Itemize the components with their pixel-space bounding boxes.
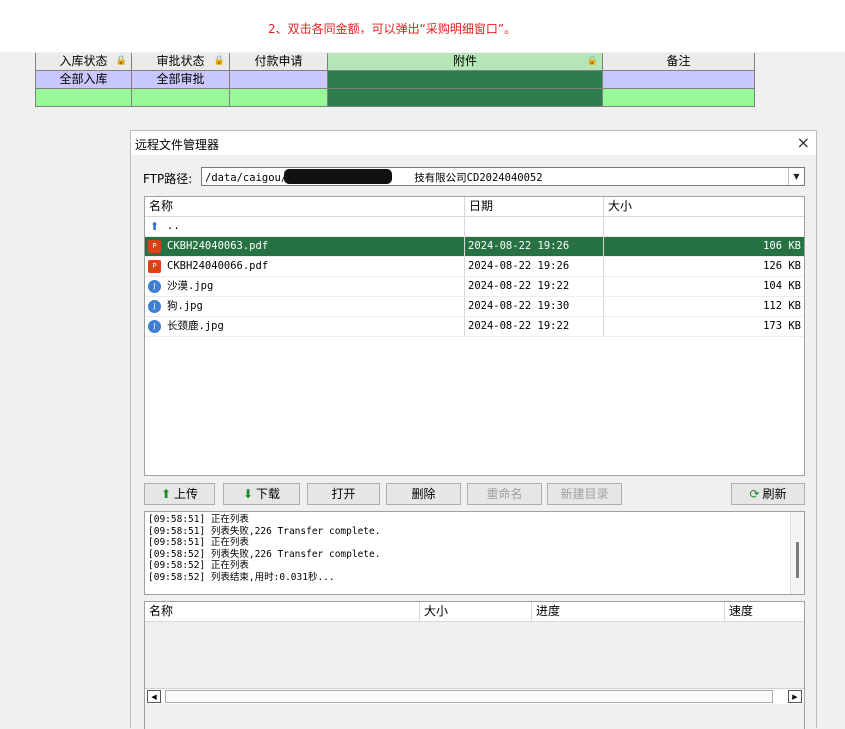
file-name: 狗.jpg [167, 300, 203, 312]
jpg-icon: J [148, 280, 161, 293]
new-folder-button[interactable]: 新建目录 [547, 483, 622, 505]
file-list-header: 名称 日期 大小 [145, 197, 804, 217]
lock-icon: 🔒 [115, 56, 127, 66]
grid-header-row: 入库状态 🔒 审批状态 🔒 付款申请 附件 🔒 备注 [35, 53, 756, 71]
download-icon: ⬇ [242, 487, 254, 501]
file-date: 2024-08-22 19:26 [465, 237, 604, 256]
cell-payment-request[interactable] [230, 89, 328, 107]
file-size [604, 217, 804, 236]
file-row[interactable]: J 长颈鹿.jpg 2024-08-22 19:22 173 KB [145, 317, 804, 337]
open-button[interactable]: 打开 [307, 483, 380, 505]
remote-file-list[interactable]: 名称 日期 大小 ⬆.. P CKBH24040063.pdf 2024-08-2… [144, 196, 805, 476]
cell-attachment[interactable] [328, 89, 603, 107]
scroll-thumb[interactable] [796, 542, 799, 578]
file-name: CKBH24040066.pdf [167, 260, 269, 272]
file-name: CKBH24040063.pdf [167, 240, 269, 252]
file-name: 沙漠.jpg [167, 280, 214, 292]
col-header-payment-request[interactable]: 付款申请 [230, 53, 328, 71]
transfer-list-header: 名称 大小 进度 速度 [145, 602, 804, 622]
log-line: [09:58:51] 列表失败,226 Transfer complete. [148, 525, 381, 537]
dialog-title: 远程文件管理器 [135, 138, 220, 152]
pdf-icon: P [148, 260, 161, 273]
top-band: 2、双击各同金额，可以弹出“采购明细窗口”。 [0, 0, 845, 52]
remote-file-manager-dialog: 远程文件管理器 × FTP路径: /data/caigou/安徽 技有限公司CD2… [130, 130, 817, 729]
upload-icon: ⬆ [160, 487, 172, 501]
file-size: 106 KB [763, 240, 801, 252]
col-header-remark[interactable]: 备注 [603, 53, 755, 71]
redaction-mark [284, 169, 392, 184]
transfer-horizontal-scrollbar[interactable]: ◀ ▶ [145, 688, 804, 704]
file-date: 2024-08-22 19:26 [465, 257, 604, 276]
file-name: .. [167, 220, 180, 232]
cell-approval-status[interactable]: 全部审批 [132, 71, 230, 89]
file-row[interactable]: P CKBH24040066.pdf 2024-08-22 19:26 126 K… [145, 257, 804, 277]
col-header-inbound-status[interactable]: 入库状态 🔒 [35, 53, 132, 71]
cell-attachment[interactable] [328, 71, 603, 89]
cell-remark[interactable] [603, 89, 755, 107]
pdf-icon: P [148, 240, 161, 253]
col-header-size[interactable]: 大小 [420, 602, 532, 621]
log-line: [09:58:52] 列表结束,用时:0.031秒... [148, 571, 335, 583]
col-header-progress[interactable]: 进度 [532, 602, 725, 621]
file-size: 173 KB [763, 320, 801, 332]
cell-approval-status[interactable] [132, 89, 230, 107]
grid-row[interactable] [35, 89, 756, 107]
scroll-right-icon[interactable]: ▶ [788, 690, 802, 703]
file-size: 104 KB [763, 280, 801, 292]
file-row-parent[interactable]: ⬆.. [145, 217, 804, 237]
log-line: [09:58:51] 正在列表 [148, 537, 249, 548]
ftp-path-combobox[interactable]: /data/caigou/安徽 技有限公司CD2024040052 ▼ [201, 167, 805, 186]
ftp-path-label: FTP路径: [143, 172, 193, 186]
file-date: 2024-08-22 19:22 [465, 277, 604, 296]
hint-text: 2、双击各同金额，可以弹出“采购明细窗口”。 [268, 22, 517, 34]
refresh-icon: ⟳ [749, 487, 760, 501]
jpg-icon: J [148, 320, 161, 333]
cell-remark[interactable] [603, 71, 755, 89]
file-date: 2024-08-22 19:22 [465, 317, 604, 336]
col-header-size[interactable]: 大小 [604, 197, 804, 216]
cell-inbound-status[interactable] [35, 89, 132, 107]
delete-button[interactable]: 删除 [386, 483, 461, 505]
file-date [465, 217, 604, 236]
col-header-attachment[interactable]: 附件 🔒 [328, 53, 603, 71]
log-output[interactable]: [09:58:51] 正在列表 [09:58:51] 列表失败,226 Trans… [144, 511, 805, 595]
scroll-track[interactable] [165, 690, 773, 703]
file-size: 126 KB [763, 260, 801, 272]
log-line: [09:58:52] 列表失败,226 Transfer complete. [148, 548, 381, 560]
file-row[interactable]: J 沙漠.jpg 2024-08-22 19:22 104 KB [145, 277, 804, 297]
file-row[interactable]: J 狗.jpg 2024-08-22 19:30 112 KB [145, 297, 804, 317]
log-scrollbar[interactable] [790, 512, 804, 594]
data-grid: 入库状态 🔒 审批状态 🔒 付款申请 附件 🔒 备注 全部入库 全部审批 [35, 53, 756, 107]
dialog-titlebar[interactable]: 远程文件管理器 × [131, 131, 816, 155]
chevron-down-icon[interactable]: ▼ [788, 168, 804, 185]
col-header-name[interactable]: 名称 [145, 197, 465, 216]
cell-payment-request[interactable] [230, 71, 328, 89]
col-header-speed[interactable]: 速度 [725, 602, 804, 621]
col-header-name[interactable]: 名称 [145, 602, 420, 621]
scroll-left-icon[interactable]: ◀ [147, 690, 161, 703]
lock-icon: 🔒 [213, 56, 225, 66]
jpg-icon: J [148, 300, 161, 313]
file-size: 112 KB [763, 300, 801, 312]
up-arrow-icon: ⬆ [149, 220, 160, 233]
lock-icon: 🔒 [586, 56, 598, 66]
download-button[interactable]: ⬇ 下载 [223, 483, 300, 505]
grid-row[interactable]: 全部入库 全部审批 [35, 71, 756, 89]
refresh-button[interactable]: ⟳ 刷新 [731, 483, 805, 505]
log-line: [09:58:52] 正在列表 [148, 560, 249, 571]
cell-inbound-status[interactable]: 全部入库 [35, 71, 132, 89]
rename-button[interactable]: 重命名 [467, 483, 542, 505]
close-icon[interactable]: × [797, 133, 810, 152]
file-row[interactable]: P CKBH24040063.pdf 2024-08-22 19:26 106 K… [145, 237, 804, 257]
transfer-list[interactable]: 名称 大小 进度 速度 ◀ ▶ [144, 601, 805, 729]
file-date: 2024-08-22 19:30 [465, 297, 604, 316]
col-header-approval-status[interactable]: 审批状态 🔒 [132, 53, 230, 71]
log-lines: [09:58:51] 正在列表 [09:58:51] 列表失败,226 Trans… [148, 514, 380, 583]
col-header-date[interactable]: 日期 [465, 197, 604, 216]
action-toolbar: ⬆ 上传 ⬇ 下载 打开 删除 重命名 新建目录 ⟳ 刷新 [144, 483, 805, 505]
log-line: [09:58:51] 正在列表 [148, 514, 249, 525]
file-name: 长颈鹿.jpg [167, 320, 224, 332]
upload-button[interactable]: ⬆ 上传 [144, 483, 215, 505]
